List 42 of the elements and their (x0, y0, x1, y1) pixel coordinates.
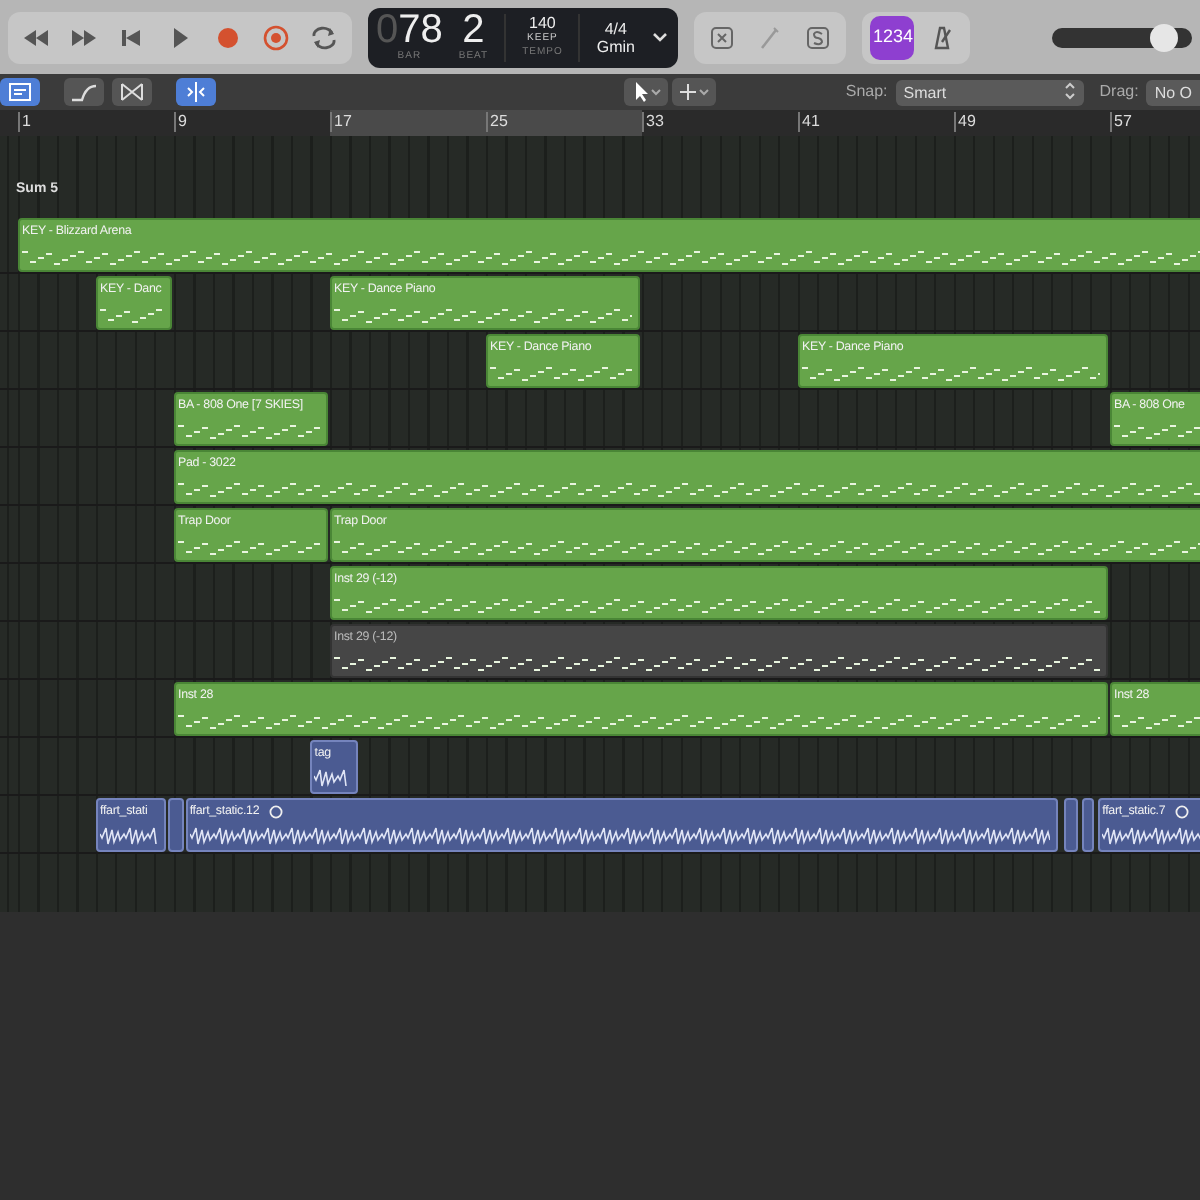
automation-button[interactable] (64, 78, 104, 106)
bar-number: 25 (486, 112, 508, 132)
time-signature: 4/4 (604, 19, 627, 37)
drag-label: Drag: (1099, 80, 1139, 104)
flex-button[interactable] (176, 78, 216, 106)
key-signature: Gmin (596, 37, 635, 55)
beat-number: 2 (462, 9, 485, 50)
midi-notes-drawing (178, 420, 320, 444)
plus-tool-menu[interactable] (672, 78, 716, 106)
bar-number: 41 (798, 112, 820, 132)
bar-number: 49 (954, 112, 976, 132)
pointer-tool-menu[interactable] (624, 78, 668, 106)
bar-number: 57 (1110, 112, 1132, 132)
waveform-drawing (100, 824, 159, 848)
drag-dropdown[interactable]: No O (1146, 79, 1200, 105)
midi-notes-drawing (490, 362, 632, 386)
crossfade-button[interactable] (112, 78, 152, 106)
plus-icon (676, 80, 712, 104)
audio-region[interactable] (1063, 798, 1079, 852)
automation-icon (66, 80, 102, 104)
bar-number: 1 (18, 112, 31, 132)
bar-lead-digit: 0 (376, 7, 399, 52)
stepper-icon (1063, 79, 1076, 101)
count-in-button[interactable]: 1234 (870, 15, 915, 59)
snap-label: Snap: (845, 80, 888, 104)
bar-number: 17 (330, 112, 352, 132)
tempo-value: 140 (529, 13, 556, 31)
volume-slider[interactable] (1052, 27, 1192, 47)
midi-notes-drawing (100, 304, 164, 328)
midi-notes-drawing (1114, 420, 1200, 444)
audio-region[interactable] (1082, 798, 1095, 852)
bar-number: 9 (174, 112, 187, 132)
chevron-icon (652, 31, 669, 43)
waveform-drawing (314, 766, 350, 790)
bar-number: 33 (642, 112, 664, 132)
waveform-drawing (1102, 824, 1200, 848)
bar-number: 78 (398, 7, 443, 52)
volume-thumb[interactable] (1150, 23, 1179, 51)
capture-record-icon (258, 21, 294, 53)
midi-notes-drawing (178, 536, 320, 560)
snap-dropdown[interactable]: Smart (895, 79, 1084, 105)
midi-notes-drawing (1114, 710, 1200, 734)
